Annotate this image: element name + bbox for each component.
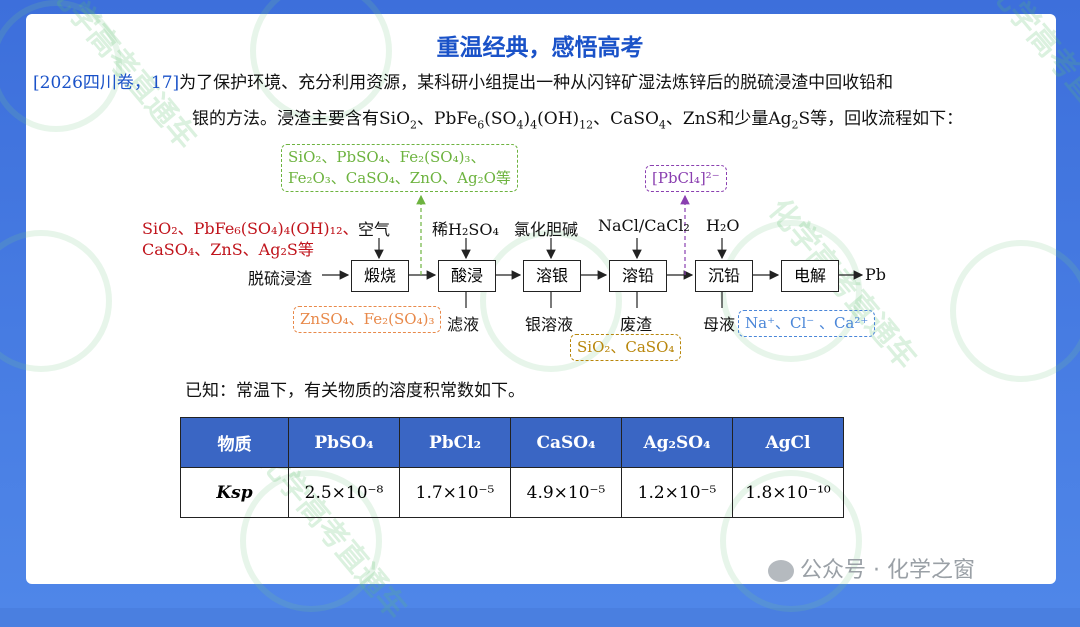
table-row-label: Ksp — [180, 467, 289, 518]
wechat-icon — [768, 560, 794, 582]
annotation-filtrate: ZnSO₄、Fe₂(SO₄)₃ — [293, 306, 442, 333]
table-header: 物质 — [180, 417, 289, 468]
step-calcine: 煅烧 — [351, 260, 409, 292]
reagent-h2so4: 稀H₂SO₄ — [432, 220, 499, 239]
table-cell: 1.7×10⁻⁵ — [399, 467, 511, 518]
annotation-mother-ions: Na⁺、Cl⁻ 、Ca²⁺ — [738, 310, 876, 337]
step-lead-precipitate: 沉铅 — [695, 260, 753, 292]
reagent-nacl: NaCl/CaCl₂ — [598, 216, 690, 235]
table-header: PbSO₄ — [288, 417, 400, 468]
annotation-calcine-products: SiO₂、PbSO₄、Fe₂(SO₄)₃、 Fe₂O₃、CaSO₄、ZnO、Ag… — [281, 144, 518, 192]
table-cell: 4.9×10⁻⁵ — [510, 467, 622, 518]
feed-label: 脱硫浸渣 — [248, 269, 313, 288]
annotation-residue: SiO₂、CaSO₄ — [570, 334, 682, 361]
table-header: AgCl — [732, 417, 844, 468]
output-silver-solution: 银溶液 — [525, 315, 574, 334]
reagent-water: H₂O — [706, 216, 740, 235]
table-cell: 1.8×10⁻¹⁰ — [732, 467, 844, 518]
ksp-table: 物质 PbSO₄ PbCl₂ CaSO₄ Ag₂SO₄ AgCl Ksp 2.5… — [180, 417, 844, 518]
known-statement: 已知：常温下，有关物质的溶度积常数如下。 — [185, 381, 525, 401]
reagent-air: 空气 — [358, 220, 391, 239]
table-cell: 2.5×10⁻⁸ — [288, 467, 400, 518]
table-header: PbCl₂ — [399, 417, 511, 468]
wechat-credit: 公众号 · 化学之窗 — [768, 552, 975, 584]
table-header: CaSO₄ — [510, 417, 622, 468]
output-waste-residue: 废渣 — [620, 315, 653, 334]
table-header: Ag₂SO₄ — [621, 417, 733, 468]
output-filtrate: 滤液 — [447, 315, 480, 334]
product-label: Pb — [865, 265, 887, 284]
step-silver-dissolve: 溶银 — [523, 260, 581, 292]
table-header-row: 物质 PbSO₄ PbCl₂ CaSO₄ Ag₂SO₄ AgCl — [180, 417, 844, 468]
table-row: Ksp 2.5×10⁻⁸ 1.7×10⁻⁵ 4.9×10⁻⁵ 1.2×10⁻⁵ … — [180, 467, 844, 518]
output-mother-liquor: 母液 — [703, 315, 736, 334]
feed-components: SiO₂、PbFe₆(SO₄)₄(OH)₁₂、 CaSO₄、ZnS、Ag₂S等 — [142, 219, 359, 259]
table-cell: 1.2×10⁻⁵ — [621, 467, 733, 518]
step-lead-dissolve: 溶铅 — [609, 260, 667, 292]
reagent-choline: 氯化胆碱 — [514, 220, 579, 239]
step-acid-leach: 酸浸 — [438, 260, 496, 292]
step-electrolysis: 电解 — [781, 260, 839, 292]
annotation-complex-ion: [PbCl₄]²⁻ — [645, 165, 727, 192]
